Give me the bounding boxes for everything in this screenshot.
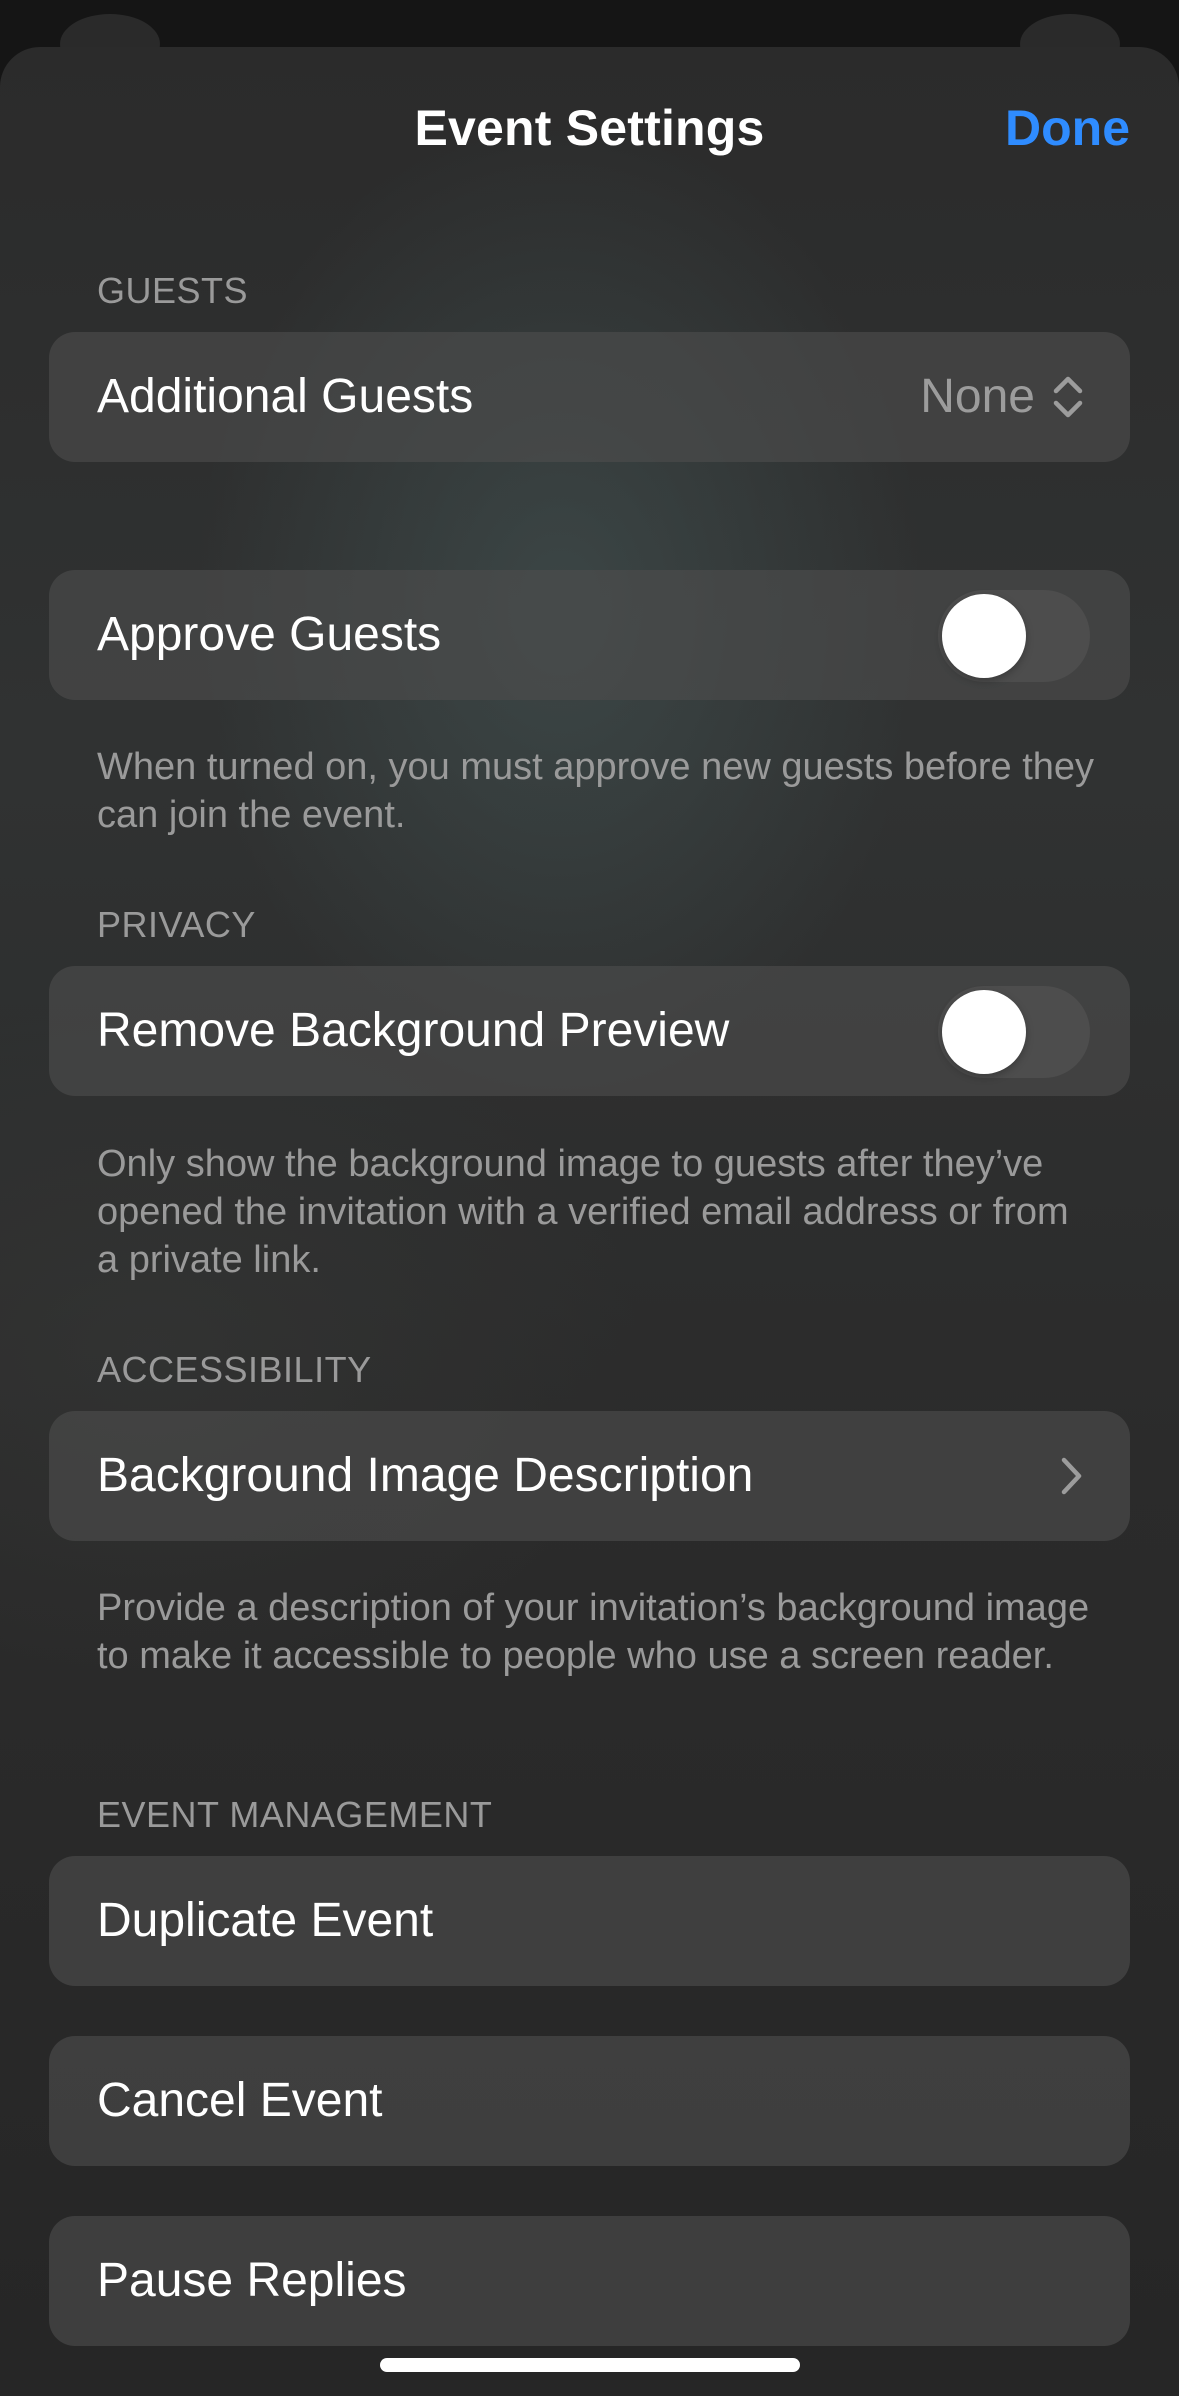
additional-guests-label: Additional Guests xyxy=(97,370,474,423)
duplicate-event-label: Duplicate Event xyxy=(97,1894,434,1947)
additional-guests-row[interactable]: Additional Guests None xyxy=(49,332,1130,462)
privacy-footnote: Only show the background image to guests… xyxy=(97,1143,1069,1281)
section-label-event-management: EVENT MANAGEMENT xyxy=(97,1794,493,1835)
toggle-knob xyxy=(942,990,1026,1074)
additional-guests-value: None xyxy=(920,370,1035,423)
duplicate-event-button[interactable]: Duplicate Event xyxy=(49,1856,1130,1986)
section-label-accessibility: ACCESSIBILITY xyxy=(97,1349,372,1390)
chevron-right-icon xyxy=(1061,1457,1082,1495)
done-button[interactable]: Done xyxy=(1005,99,1130,157)
background-image-description-row[interactable]: Background Image Description xyxy=(49,1411,1130,1541)
cancel-event-label: Cancel Event xyxy=(97,2074,383,2127)
approve-guests-row: Approve Guests xyxy=(49,570,1130,700)
toggle-knob xyxy=(942,594,1026,678)
event-settings-sheet: Event Settings Done GUESTS Additional Gu… xyxy=(0,47,1179,2396)
home-indicator[interactable] xyxy=(380,2358,800,2372)
pause-replies-button[interactable]: Pause Replies xyxy=(49,2216,1130,2346)
cancel-event-button[interactable]: Cancel Event xyxy=(49,2036,1130,2166)
remove-background-preview-label: Remove Background Preview xyxy=(97,1004,730,1057)
remove-background-preview-row: Remove Background Preview xyxy=(49,966,1130,1096)
remove-background-preview-toggle[interactable] xyxy=(938,986,1090,1078)
background-image-description-label: Background Image Description xyxy=(97,1449,754,1502)
up-down-chevron-icon xyxy=(1053,376,1083,418)
section-label-privacy: PRIVACY xyxy=(97,904,256,945)
pause-replies-label: Pause Replies xyxy=(97,2254,407,2307)
approve-guests-toggle[interactable] xyxy=(938,590,1090,682)
section-label-guests: GUESTS xyxy=(97,270,249,311)
accessibility-footnote: Provide a description of your invitation… xyxy=(97,1587,1090,1677)
approve-guests-label: Approve Guests xyxy=(97,608,442,661)
page-title: Event Settings xyxy=(414,100,765,156)
sheet-header: Event Settings Done xyxy=(0,47,1179,217)
approve-guests-footnote: When turned on, you must approve new gue… xyxy=(97,746,1095,836)
